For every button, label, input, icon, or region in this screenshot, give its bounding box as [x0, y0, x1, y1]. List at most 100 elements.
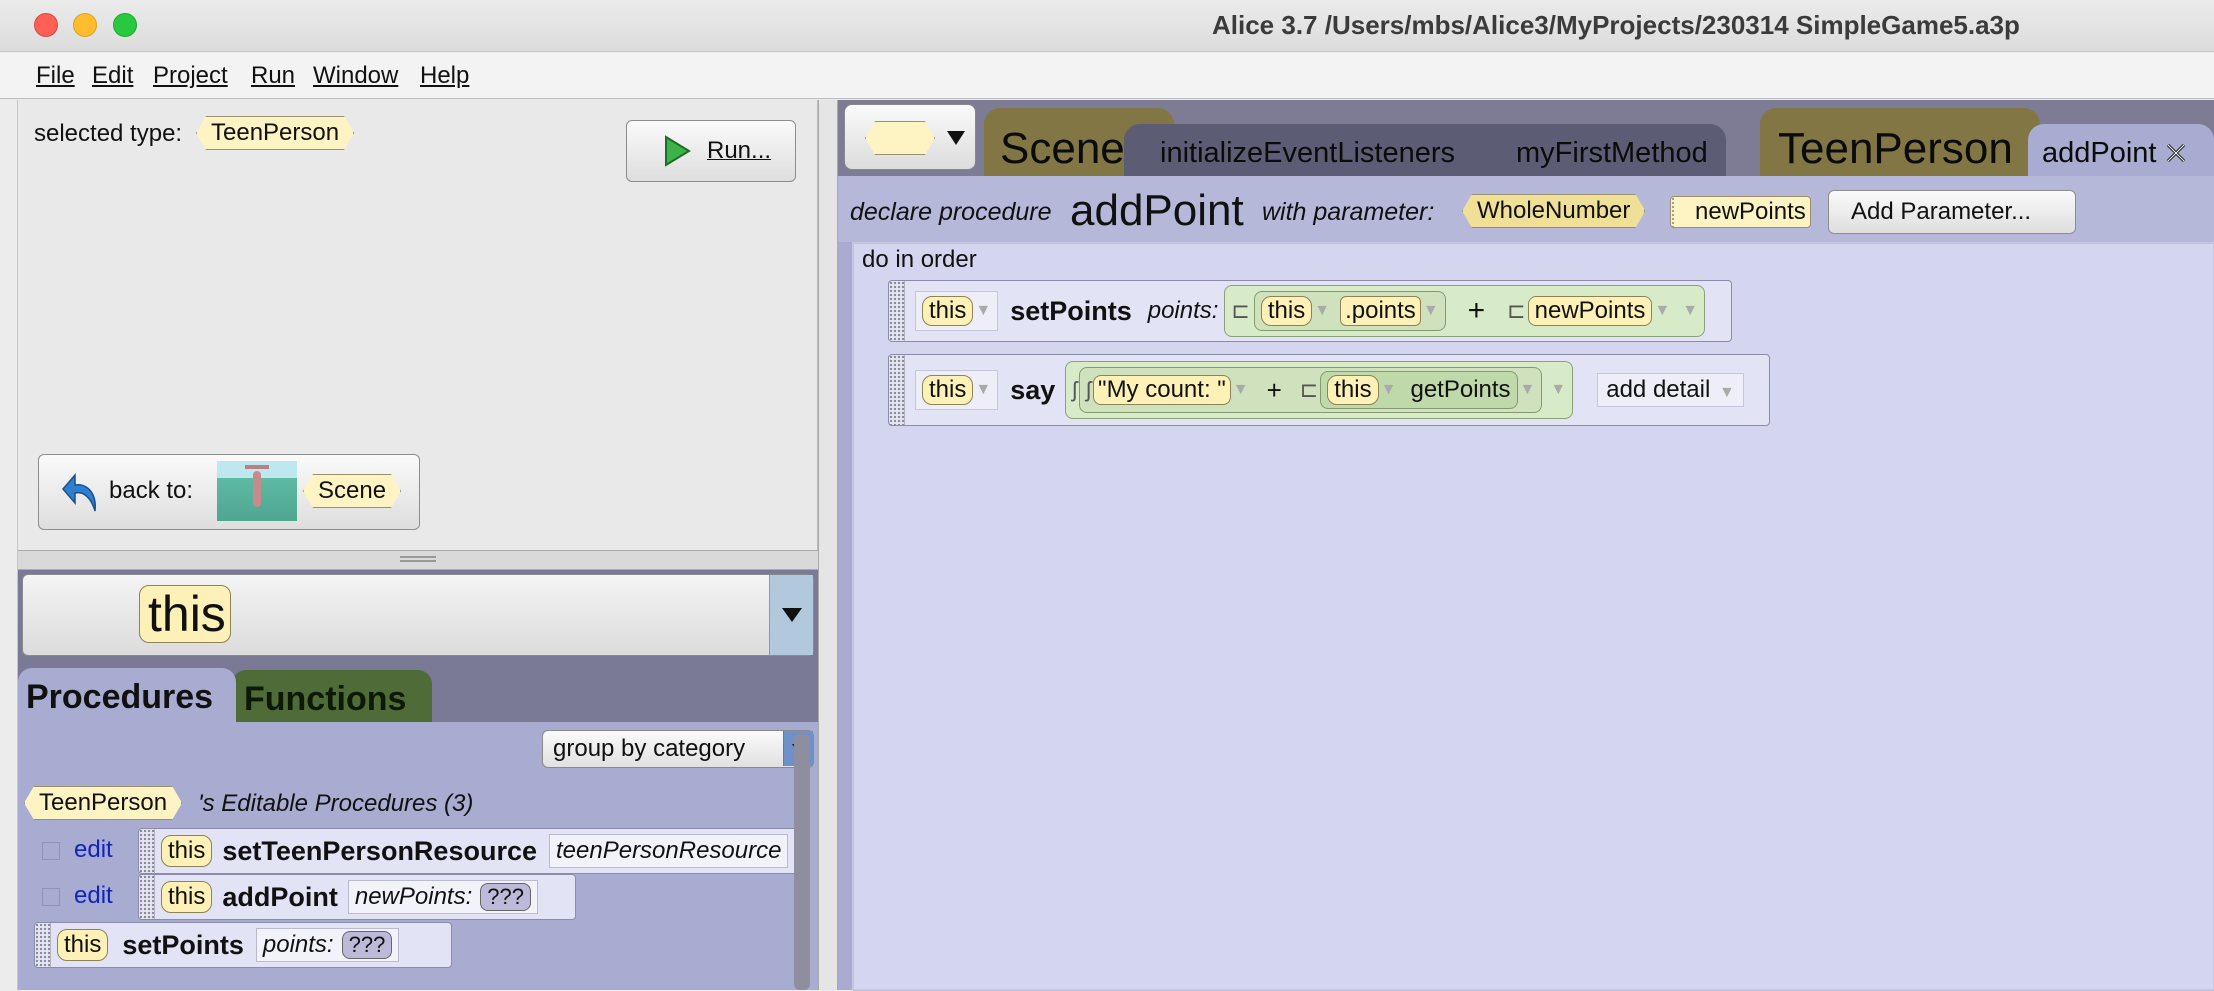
group-by-select[interactable]: group by category	[542, 730, 814, 768]
menu-bar: File Edit Project Run Window Help	[0, 53, 2214, 99]
edit-link[interactable]: edit	[74, 882, 113, 910]
points-field[interactable]: .points	[1340, 296, 1421, 326]
this-pill: this	[57, 929, 109, 961]
code-editor: declare procedure addPoint with paramete…	[838, 176, 2214, 991]
new-points-value[interactable]: newPoints	[1527, 296, 1653, 326]
class-type-tag	[865, 121, 935, 155]
menu-run[interactable]: Run	[251, 62, 295, 90]
method-name: say	[1010, 374, 1056, 405]
back-to-label: back to:	[109, 477, 194, 504]
procedure-name: setTeenPersonResource	[222, 835, 537, 866]
title-bar: Alice 3.7 /Users/mbs/Alice3/MyProjects/2…	[0, 0, 2214, 52]
edit-checkbox	[42, 888, 60, 906]
string-literal[interactable]: "My count: "	[1093, 375, 1231, 405]
menu-help[interactable]: Help	[420, 62, 469, 90]
menu-file[interactable]: File	[36, 62, 75, 90]
category-type-tag: TeenPerson	[24, 786, 182, 820]
this-pill: this	[161, 881, 213, 913]
procedure-name: setPoints	[122, 929, 244, 960]
dropdown-arrow-icon[interactable]: ▼	[1381, 381, 1397, 399]
editor-tab-bar: Scene initializeEventListeners myFirstMe…	[838, 100, 2214, 176]
procedure-param: teenPersonResource	[549, 834, 789, 868]
this-pill[interactable]: this	[922, 296, 974, 326]
close-window-button[interactable]	[34, 13, 58, 37]
procedures-list: group by category TeenPerson 's Editable…	[18, 722, 818, 990]
param-type-tag[interactable]: WholeNumber	[1462, 194, 1645, 228]
this-pill[interactable]: this	[1260, 296, 1313, 326]
zoom-window-button[interactable]	[113, 13, 137, 37]
add-detail-dropdown[interactable]: add detail ▼	[1597, 373, 1744, 407]
tab-initialize-event-listeners[interactable]: initializeEventListeners	[1124, 124, 1514, 176]
selected-type-label: selected type:	[34, 120, 183, 147]
declare-label: declare procedure	[850, 198, 1052, 226]
procedure-add-point[interactable]: this addPoint newPoints: ???	[138, 874, 576, 920]
dropdown-arrow-icon[interactable]: ▼	[1520, 381, 1536, 399]
dropdown-arrow-icon[interactable]: ▼	[975, 381, 991, 399]
this-pill: this	[161, 835, 213, 867]
unset-value[interactable]: ???	[480, 883, 531, 911]
play-icon	[665, 135, 691, 167]
param-name[interactable]: newPoints	[1670, 196, 1811, 228]
chevron-down-icon	[947, 131, 965, 145]
window-title: Alice 3.7 /Users/mbs/Alice3/MyProjects/2…	[1212, 10, 2020, 40]
class-selector[interactable]	[844, 104, 976, 170]
close-icon[interactable]	[2165, 142, 2187, 164]
plus-operator: +	[1467, 294, 1486, 327]
minimize-window-button[interactable]	[73, 13, 97, 37]
instance-selector[interactable]: this	[22, 574, 814, 656]
procedure-declaration: declare procedure addPoint with paramete…	[838, 176, 2214, 242]
back-to-scene-tag: Scene	[303, 474, 401, 508]
add-parameter-button[interactable]: Add Parameter...	[1828, 190, 2076, 234]
run-button[interactable]: Run...	[626, 120, 796, 182]
dropdown-arrow-icon[interactable]: ▼	[1550, 381, 1566, 399]
procedure-set-points[interactable]: this setPoints points: ???	[34, 922, 452, 968]
vertical-splitter[interactable]	[818, 100, 838, 990]
tab-functions[interactable]: Functions	[232, 670, 432, 724]
dropdown-arrow-icon[interactable]: ▼	[1233, 381, 1249, 399]
plus-operator: +	[1266, 374, 1282, 405]
this-pill[interactable]: this	[1327, 375, 1379, 405]
palette-panel: this Procedures Functions group by categ…	[18, 570, 818, 990]
statement-set-points[interactable]: this ▼ setPoints points: ⊏ this ▼ .point…	[888, 280, 1732, 342]
dropdown-arrow-icon[interactable]: ▼	[975, 302, 991, 320]
get-points-function[interactable]: getPoints	[1410, 376, 1510, 404]
selected-type-tag[interactable]: TeenPerson	[196, 116, 354, 150]
menu-project[interactable]: Project	[153, 62, 228, 90]
procedure-param: points:	[262, 931, 334, 958]
window-left-edge	[0, 100, 18, 990]
back-to-button[interactable]: back to: Scene	[38, 454, 420, 530]
edit-checkbox	[42, 842, 60, 860]
menu-edit[interactable]: Edit	[92, 62, 133, 90]
menu-window[interactable]: Window	[313, 62, 398, 90]
tab-teen-person[interactable]: TeenPerson	[1760, 108, 2040, 176]
instance-this: this	[139, 585, 231, 643]
say-expression[interactable]: ʃ ʃ "My count: " ▼ + ⊏ this ▼ getPoints …	[1065, 361, 1574, 419]
chevron-down-icon	[781, 608, 802, 622]
statement-say[interactable]: this ▼ say ʃ ʃ "My count: " ▼ + ⊏ this ▼	[888, 354, 1770, 426]
dropdown-arrow-icon[interactable]: ▼	[1682, 302, 1698, 320]
tab-procedures[interactable]: Procedures	[18, 668, 236, 724]
do-in-order-label: do in order	[862, 246, 977, 273]
edit-link[interactable]: edit	[74, 836, 113, 864]
dropdown-arrow-icon[interactable]: ▼	[1654, 302, 1670, 320]
arg-label: points:	[1147, 297, 1219, 324]
horizontal-splitter[interactable]	[18, 550, 818, 570]
points-expression[interactable]: ⊏ this ▼ .points ▼ + ⊏ newPoints ▼ ▼	[1224, 285, 1706, 337]
dropdown-arrow-icon[interactable]: ▼	[1314, 302, 1330, 320]
procedure-name: addPoint	[222, 881, 338, 912]
scene-thumbnail	[217, 461, 297, 521]
tab-my-first-method[interactable]: myFirstMethod	[1486, 124, 1726, 176]
code-area: do in order this ▼ setPoints points: ⊏ t…	[852, 242, 2214, 991]
category-title: 's Editable Procedures (3)	[198, 790, 474, 817]
back-arrow-icon	[62, 472, 96, 512]
instance-dropdown-button[interactable]	[769, 575, 813, 655]
unset-value[interactable]: ???	[341, 931, 393, 959]
dropdown-arrow-icon[interactable]: ▼	[1423, 302, 1439, 320]
tab-add-point[interactable]: addPoint	[2028, 124, 2214, 176]
palette-scrollbar[interactable]	[794, 734, 810, 990]
method-name: setPoints	[1010, 295, 1132, 326]
scene-panel: selected type: TeenPerson Run... back to…	[18, 100, 818, 550]
procedure-set-teen-person-resource[interactable]: this setTeenPersonResource teenPersonRes…	[138, 828, 810, 874]
this-pill[interactable]: this	[922, 375, 974, 405]
procedure-title: addPoint	[1070, 186, 1244, 235]
